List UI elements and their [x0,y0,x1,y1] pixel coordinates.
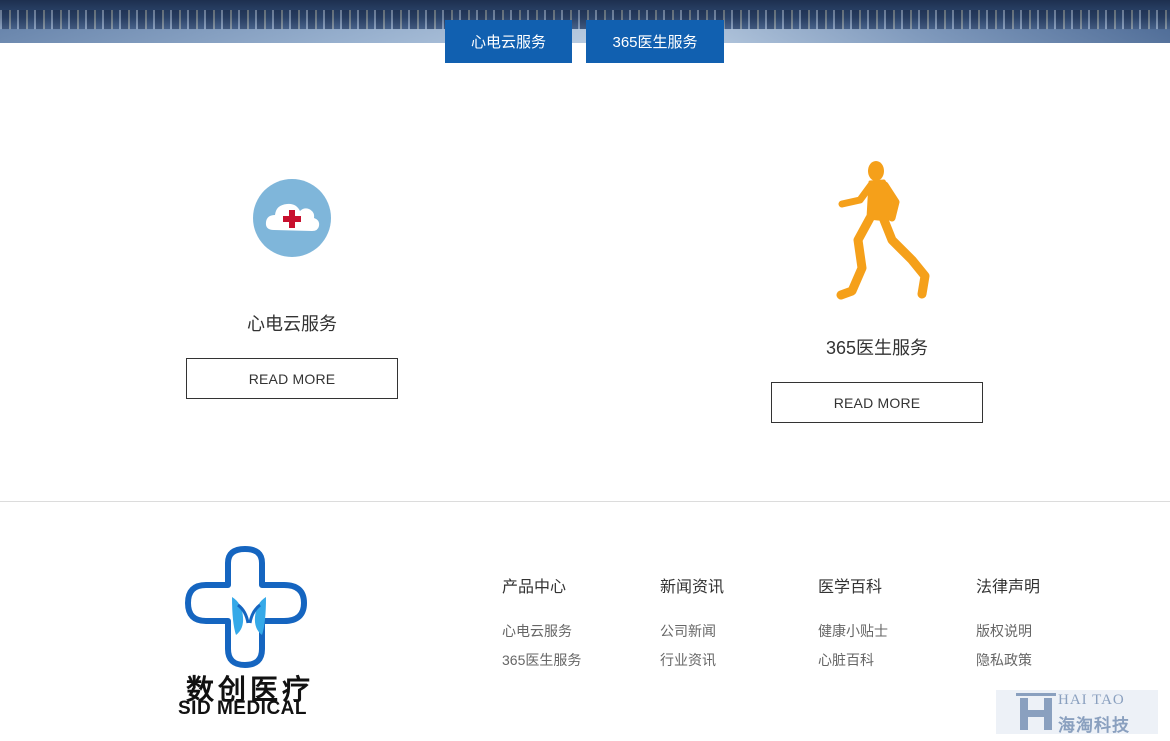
footer-link[interactable]: 公司新闻 [660,617,724,646]
logo-english-text: SID MEDICAL [178,698,307,719]
read-more-button[interactable]: READ MORE [186,358,398,399]
footer-link[interactable]: 心电云服务 [502,617,581,646]
footer-column-products: 产品中心 心电云服务 365医生服务 [502,573,581,675]
footer-link[interactable]: 365医生服务 [502,646,581,675]
footer-link[interactable]: 心脏百科 [818,646,888,675]
medical-cloud-icon [253,179,331,257]
footer-heading: 法律声明 [976,579,1041,596]
company-logo[interactable]: 数创医疗 SID MEDICAL [176,545,326,719]
service-card-365-doctor: 365医生服务 READ MORE [771,158,983,423]
service-card-ecg-cloud: 心电云服务 READ MORE [186,178,398,399]
footer-heading: 医学百科 [818,579,883,596]
watermark-logo: HAI TAO 海淘科技 [996,690,1158,735]
service-tabs: 心电云服务 365医生服务 [445,20,724,63]
footer-link[interactable]: 健康小贴士 [818,617,888,646]
footer-link[interactable]: 版权说明 [976,617,1040,646]
service-title: 心电云服务 [247,314,337,334]
footer-heading: 产品中心 [502,579,567,596]
footer-column-legal: 法律声明 版权说明 隐私政策 [976,573,1040,675]
watermark-english: HAI TAO [1058,692,1125,708]
section-divider [0,501,1170,502]
runner-icon [836,161,930,300]
footer-column-medical-wiki: 医学百科 健康小贴士 心脏百科 [818,573,888,675]
watermark-chinese: 海淘科技 [1058,716,1130,735]
footer-link[interactable]: 隐私政策 [976,646,1040,675]
footer-column-news: 新闻资讯 公司新闻 行业资讯 [660,573,724,675]
footer-link[interactable]: 行业资讯 [660,646,724,675]
medical-cross-logo-icon [185,546,307,668]
footer-heading: 新闻资讯 [660,579,725,596]
read-more-button[interactable]: READ MORE [771,382,983,423]
tab-365-doctor-service[interactable]: 365医生服务 [586,20,724,63]
service-title: 365医生服务 [825,338,929,358]
h-logo-icon [1016,693,1056,730]
tab-ecg-cloud-service[interactable]: 心电云服务 [445,20,572,63]
